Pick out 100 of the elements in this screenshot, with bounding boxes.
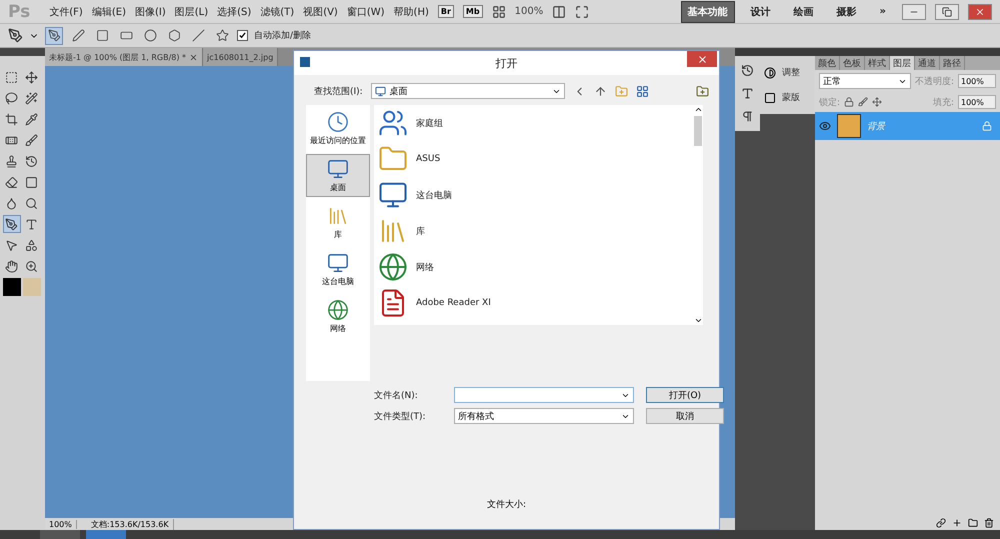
- look-in-dropdown[interactable]: 桌面: [370, 83, 565, 99]
- file-name[interactable]: 这台电脑: [416, 188, 452, 202]
- adjustments-icon[interactable]: [764, 66, 776, 78]
- pen-tool-button[interactable]: [45, 26, 63, 44]
- file-name[interactable]: 网络: [416, 260, 434, 274]
- panel-tab[interactable]: 色板: [840, 56, 865, 70]
- place-item[interactable]: 这台电脑: [306, 248, 370, 291]
- zoom-icon: [25, 260, 38, 272]
- file-name[interactable]: ASUS: [416, 154, 440, 164]
- pen-icon: [5, 218, 18, 230]
- place-item[interactable]: 桌面: [306, 154, 370, 197]
- foreground-color-swatch[interactable]: [2, 278, 20, 296]
- eye-icon[interactable]: [819, 120, 831, 132]
- computer-icon: [327, 252, 349, 274]
- document-tab[interactable]: 未标题-1 @ 100% (图层 1, RGB/8) *: [45, 48, 204, 66]
- filename-field[interactable]: [454, 387, 634, 403]
- move-icon: [25, 70, 38, 84]
- history-icon[interactable]: [741, 64, 754, 77]
- character-icon[interactable]: [741, 87, 754, 100]
- workspace-button[interactable]: 基本功能: [680, 0, 735, 22]
- scroll-down-icon[interactable]: [694, 316, 702, 325]
- menu-item[interactable]: 选择(S): [217, 4, 252, 18]
- menu-item[interactable]: 编辑(E): [92, 4, 126, 18]
- scroll-up-icon[interactable]: [694, 105, 702, 114]
- checkbox[interactable]: [237, 30, 248, 41]
- pen-icon[interactable]: [8, 28, 23, 43]
- menu-item[interactable]: 图像(I): [134, 4, 166, 18]
- shape-icon: [25, 238, 38, 252]
- app-launch-button[interactable]: Mb: [462, 5, 483, 18]
- trash-icon[interactable]: [984, 518, 994, 528]
- arrange-icon[interactable]: [552, 4, 566, 18]
- panel-button[interactable]: 蒙版: [782, 91, 800, 104]
- panel-tab[interactable]: 图层: [890, 56, 915, 70]
- close-icon[interactable]: [189, 52, 198, 62]
- crop-icon: [5, 112, 18, 126]
- app-launch-button[interactable]: Br: [438, 5, 454, 18]
- link-icon[interactable]: [936, 518, 946, 528]
- panel-button[interactable]: 调整: [782, 66, 800, 79]
- freeform-pen-icon: [72, 29, 84, 42]
- place-item[interactable]: 库: [306, 201, 370, 244]
- zoom-level[interactable]: 100%: [514, 6, 544, 17]
- filetype-dropdown[interactable]: 所有格式: [454, 408, 634, 424]
- custom-shape-icon: [216, 29, 228, 42]
- menu-item[interactable]: 图层(L): [174, 4, 208, 18]
- cancel-button[interactable]: 取消: [646, 408, 724, 424]
- folder-icon[interactable]: [968, 518, 978, 528]
- workspace-button[interactable]: 绘画: [786, 0, 821, 22]
- restore-button[interactable]: [935, 4, 959, 20]
- scrollbar-thumb[interactable]: [694, 116, 702, 146]
- menu-item[interactable]: 视图(V): [303, 4, 338, 18]
- place-item[interactable]: 最近访问的位置: [306, 107, 370, 150]
- menu-item[interactable]: 文件(F): [49, 4, 83, 18]
- view-menu-icon[interactable]: [636, 84, 649, 98]
- dialog-title: 打开: [496, 56, 518, 70]
- screen-mode-icon[interactable]: [575, 4, 590, 18]
- rectangle-icon: [96, 29, 108, 42]
- minimize-button[interactable]: [902, 4, 926, 20]
- menu-item[interactable]: 帮助(H): [394, 4, 429, 18]
- add-icon[interactable]: [952, 518, 962, 528]
- place-item[interactable]: 网络: [306, 295, 370, 338]
- brush-icon[interactable]: [858, 97, 868, 107]
- move-icon[interactable]: [872, 97, 882, 107]
- close-button[interactable]: [687, 51, 717, 67]
- layer-name: 背景: [867, 120, 886, 132]
- more-workspaces-button[interactable]: »: [872, 2, 893, 21]
- opacity-field[interactable]: 100%: [958, 74, 996, 88]
- rounded-rectangle-icon: [120, 29, 132, 42]
- panel-tab[interactable]: 颜色: [815, 56, 840, 70]
- drop-icon: [5, 196, 18, 210]
- up-icon[interactable]: [594, 84, 607, 98]
- panel-tab[interactable]: 通道: [915, 56, 940, 70]
- close-button[interactable]: [968, 4, 992, 20]
- blend-mode-dropdown[interactable]: 正常: [819, 73, 911, 89]
- lock-icon[interactable]: [844, 97, 854, 107]
- document-tab[interactable]: jc1608011_2.jpg: [203, 48, 278, 66]
- globe-icon: [378, 252, 408, 282]
- ellipse-icon: [144, 29, 156, 42]
- clock-icon: [327, 111, 349, 133]
- workspace-button[interactable]: 摄影: [830, 0, 864, 22]
- file-name[interactable]: 家庭组: [416, 116, 443, 130]
- menu-item[interactable]: 窗口(W): [346, 4, 385, 18]
- workspace-button[interactable]: 设计: [744, 0, 778, 22]
- view-icon[interactable]: [492, 4, 506, 18]
- file-name[interactable]: Adobe Reader XI: [416, 298, 491, 308]
- paragraph-icon[interactable]: [741, 110, 754, 123]
- globe-icon: [327, 299, 349, 321]
- panel-tab[interactable]: 路径: [940, 56, 965, 70]
- pen-tool-button[interactable]: [2, 215, 20, 233]
- layer-thumbnail: [837, 114, 861, 138]
- fill-field[interactable]: 100%: [958, 95, 996, 109]
- menu-item[interactable]: 滤镜(T): [260, 4, 294, 18]
- background-color-swatch[interactable]: [22, 278, 40, 296]
- pointer-icon: [5, 238, 18, 252]
- file-size-label: 文件大小:: [486, 498, 526, 511]
- open-button[interactable]: 打开(O): [646, 387, 724, 403]
- magic-wand-icon: [25, 92, 38, 104]
- brush-icon: [25, 134, 38, 146]
- panel-tab[interactable]: 样式: [865, 56, 890, 70]
- file-name[interactable]: 库: [416, 224, 425, 238]
- zoom-field[interactable]: 100%: [45, 520, 77, 528]
